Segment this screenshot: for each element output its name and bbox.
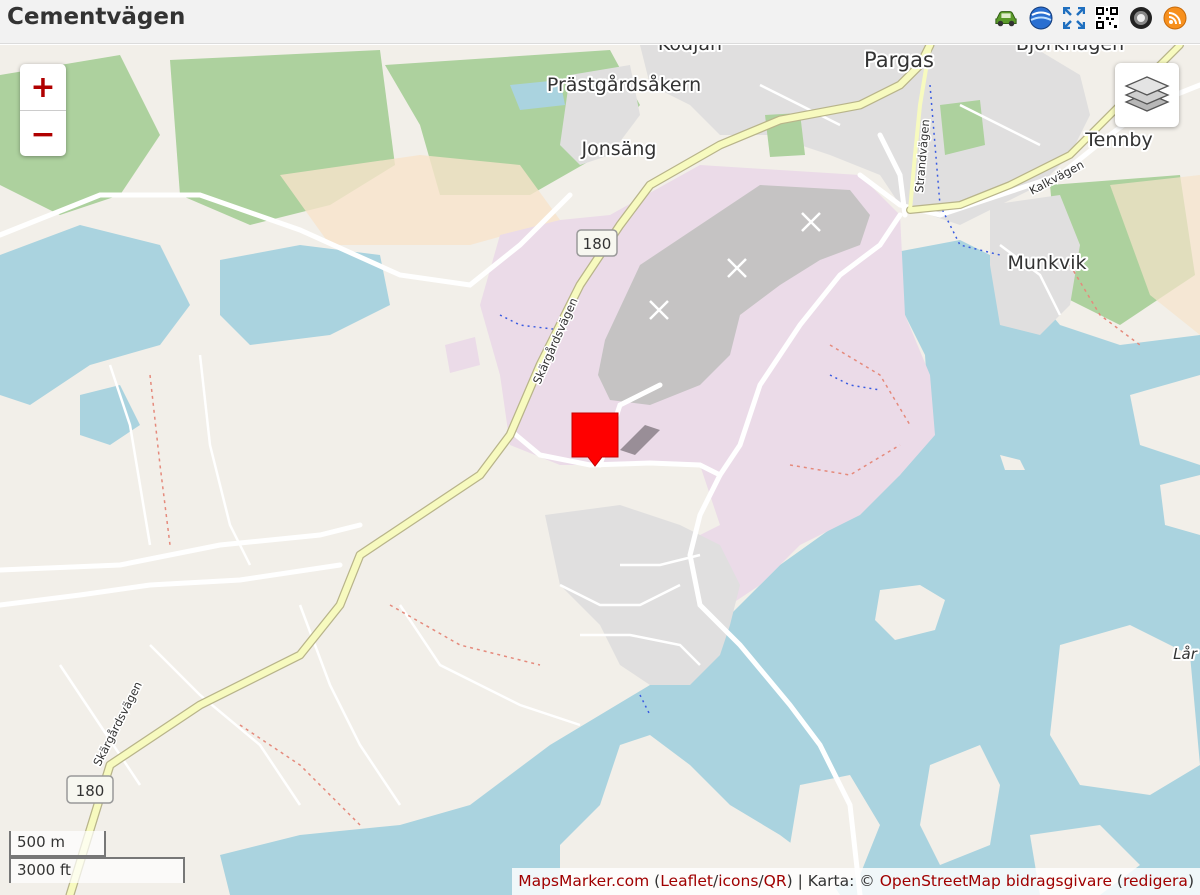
attr-text-2: ( <box>1111 872 1123 890</box>
osm-link[interactable]: OpenStreetMap bidragsgivare <box>880 872 1112 890</box>
attribution: MapsMarker.com (Leaflet/icons/QR) | Kart… <box>512 868 1200 895</box>
place-label-bjorkhagen: Björkhagen <box>1016 45 1124 55</box>
qr-link[interactable]: QR <box>764 872 787 890</box>
route-shield-1-text: 180 <box>583 235 612 253</box>
layers-button[interactable] <box>1115 63 1179 127</box>
map-tiles: Kodjan Björkhagen Pargas Prästgårdsåkern… <box>0 45 1200 895</box>
layers-icon <box>1124 76 1170 112</box>
zoom-control: + − <box>20 64 66 156</box>
location-marker[interactable] <box>570 411 622 469</box>
icons-link[interactable]: icons <box>718 872 758 890</box>
car-icon[interactable] <box>994 6 1018 30</box>
place-label-kodjan: Kodjan <box>658 45 722 55</box>
place-label-lar: Lår <box>1173 645 1198 663</box>
place-label-munkvik: Munkvik <box>1007 252 1086 274</box>
route-shield-2: 180 <box>66 775 114 804</box>
map-canvas[interactable]: Kodjan Björkhagen Pargas Prästgårdsåkern… <box>0 45 1200 895</box>
place-label-jonsang: Jonsäng <box>581 138 657 160</box>
scale-metric: 500 m <box>9 831 106 857</box>
scale-imperial: 3000 ft <box>9 857 185 883</box>
edit-link[interactable]: redigera <box>1123 872 1188 890</box>
leaflet-link[interactable]: Leaflet <box>660 872 713 890</box>
title-bar: Cementvägen <box>0 0 1200 44</box>
map-title: Cementvägen <box>7 4 186 30</box>
place-label-tennby: Tennby <box>1084 129 1152 151</box>
zoom-out-button[interactable]: − <box>20 111 66 157</box>
fullscreen-icon[interactable] <box>1062 6 1086 30</box>
attr-text-3: ) <box>1187 872 1194 890</box>
qr-code-icon[interactable] <box>1095 6 1119 30</box>
rss-icon[interactable] <box>1163 6 1187 30</box>
route-shield-1: 180 <box>576 229 618 257</box>
zoom-in-button[interactable]: + <box>20 64 66 111</box>
attr-text-1: ( <box>649 872 661 890</box>
geo-rss-icon[interactable] <box>1129 6 1153 30</box>
place-label-prastgardsakern: Prästgårdsåkern <box>547 73 701 96</box>
route-shield-2-text: 180 <box>76 782 105 800</box>
place-label-pargas: Pargas <box>864 48 934 72</box>
attr-text-karta: ) | Karta: © <box>786 872 880 890</box>
mapsmarker-link[interactable]: MapsMarker.com <box>518 872 649 890</box>
scale-bar: 500 m 3000 ft <box>9 831 185 883</box>
google-earth-icon[interactable] <box>1029 6 1053 30</box>
